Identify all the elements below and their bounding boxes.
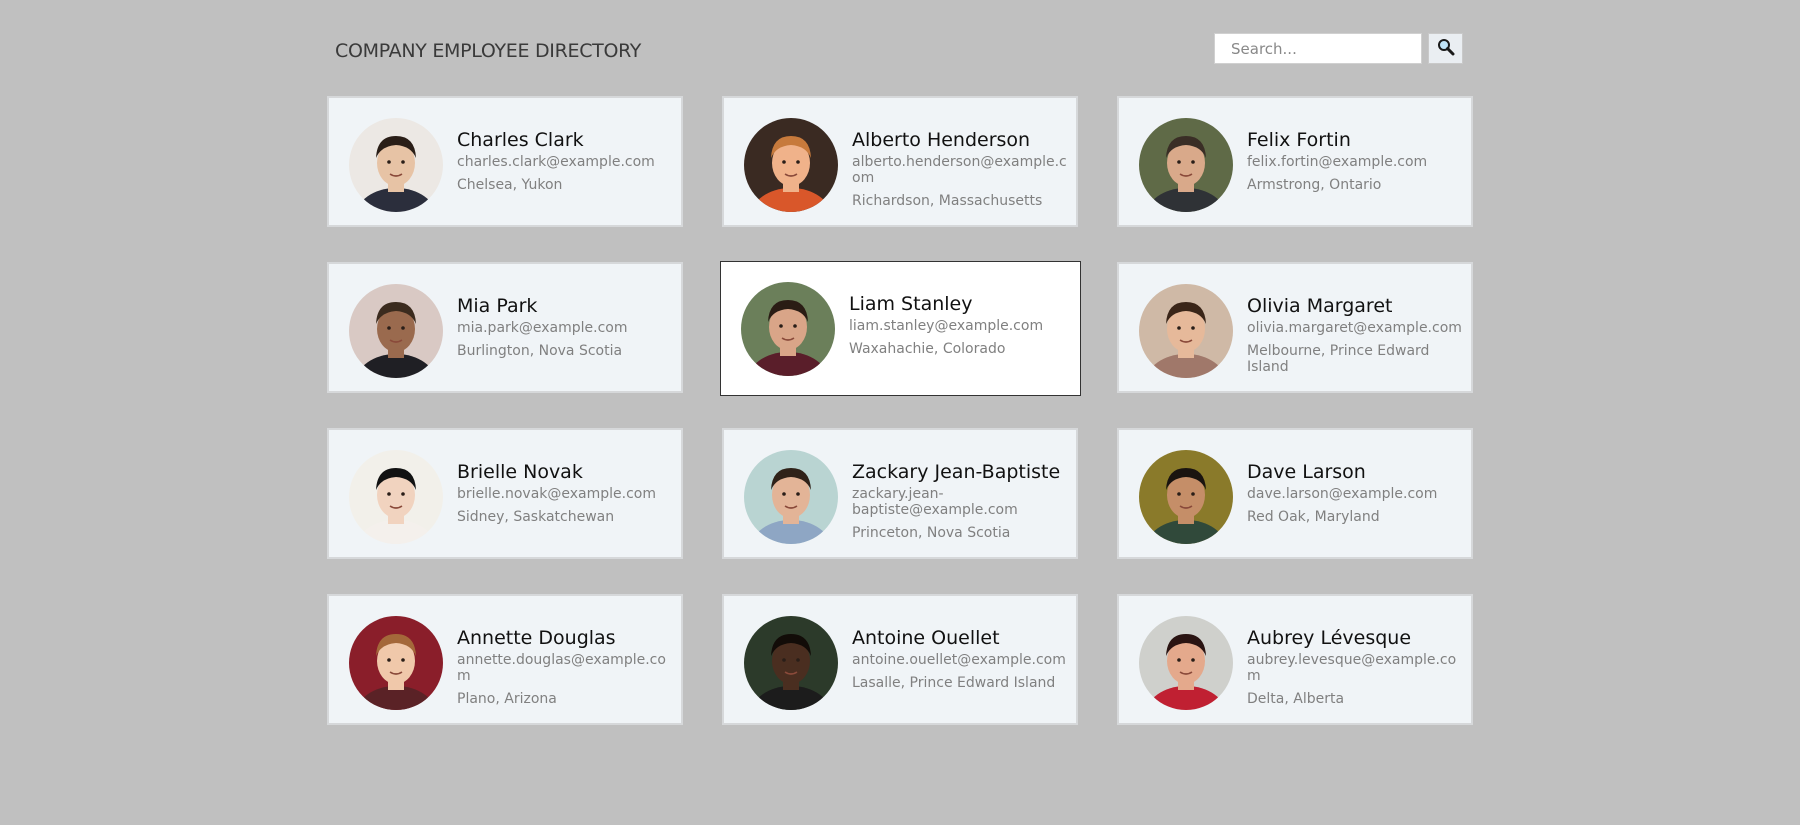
employee-card[interactable]: Dave Larson dave.larson@example.com Red …: [1117, 428, 1473, 559]
employee-card[interactable]: Olivia Margaret olivia.margaret@example.…: [1117, 262, 1473, 393]
employee-name: Brielle Novak: [457, 461, 583, 483]
employee-location: Lasalle, Prince Edward Island: [852, 675, 1056, 691]
employee-card[interactable]: Alberto Henderson alberto.henderson@exam…: [722, 96, 1078, 227]
employee-email: alberto.henderson@example.com: [852, 154, 1067, 186]
employee-email: antoine.ouellet@example.com: [852, 652, 1066, 668]
employee-avatar: [741, 282, 835, 376]
employee-name: Zackary Jean-Baptiste: [852, 461, 1061, 483]
employee-grid: Charles Clark charles.clark@example.com …: [327, 96, 1473, 725]
employee-location: Red Oak, Maryland: [1247, 509, 1380, 525]
employee-avatar: [349, 450, 443, 544]
employee-name: Liam Stanley: [849, 293, 973, 315]
employee-email: liam.stanley@example.com: [849, 318, 1044, 334]
employee-card[interactable]: Liam Stanley liam.stanley@example.com Wa…: [720, 261, 1081, 396]
employee-info: Liam Stanley liam.stanley@example.com Wa…: [849, 282, 1049, 357]
search-form: [1214, 33, 1463, 64]
employee-info: Annette Douglas annette.douglas@example.…: [457, 616, 681, 707]
employee-email: mia.park@example.com: [457, 320, 628, 336]
employee-avatar: [744, 450, 838, 544]
employee-location: Delta, Alberta: [1247, 691, 1345, 707]
employee-location: Burlington, Nova Scotia: [457, 343, 623, 359]
employee-email: brielle.novak@example.com: [457, 486, 657, 502]
employee-email: felix.fortin@example.com: [1247, 154, 1428, 170]
employee-avatar: [744, 118, 838, 212]
employee-email: charles.clark@example.com: [457, 154, 655, 170]
employee-location: Plano, Arizona: [457, 691, 557, 707]
employee-name: Antoine Ouellet: [852, 627, 1000, 649]
employee-card[interactable]: Aubrey Lévesque aubrey.levesque@example.…: [1117, 594, 1473, 725]
employee-card[interactable]: Mia Park mia.park@example.com Burlington…: [327, 262, 683, 393]
employee-info: Alberto Henderson alberto.henderson@exam…: [852, 118, 1076, 209]
employee-email: olivia.margaret@example.com: [1247, 320, 1462, 336]
employee-email: dave.larson@example.com: [1247, 486, 1438, 502]
employee-avatar: [1139, 284, 1233, 378]
search-button[interactable]: [1428, 33, 1463, 64]
employee-info: Olivia Margaret olivia.margaret@example.…: [1247, 284, 1471, 375]
employee-location: Richardson, Massachusetts: [852, 193, 1043, 209]
employee-card[interactable]: Annette Douglas annette.douglas@example.…: [327, 594, 683, 725]
employee-avatar: [349, 616, 443, 710]
employee-avatar: [744, 616, 838, 710]
employee-name: Dave Larson: [1247, 461, 1366, 483]
employee-avatar: [349, 284, 443, 378]
employee-name: Aubrey Lévesque: [1247, 627, 1412, 649]
employee-avatar: [1139, 118, 1233, 212]
employee-email: aubrey.levesque@example.com: [1247, 652, 1457, 684]
employee-avatar: [349, 118, 443, 212]
employee-info: Aubrey Lévesque aubrey.levesque@example.…: [1247, 616, 1471, 707]
employee-location: Chelsea, Yukon: [457, 177, 563, 193]
employee-email: annette.douglas@example.com: [457, 652, 666, 684]
employee-card[interactable]: Felix Fortin felix.fortin@example.com Ar…: [1117, 96, 1473, 227]
search-icon: [1437, 38, 1455, 59]
search-input[interactable]: [1214, 33, 1422, 64]
employee-card[interactable]: Charles Clark charles.clark@example.com …: [327, 96, 683, 227]
employee-name: Mia Park: [457, 295, 538, 317]
employee-name: Annette Douglas: [457, 627, 616, 649]
employee-name: Alberto Henderson: [852, 129, 1031, 151]
employee-email: zackary.jean-baptiste@example.com: [852, 486, 1018, 518]
employee-name: Charles Clark: [457, 129, 584, 151]
employee-name: Olivia Margaret: [1247, 295, 1393, 317]
employee-info: Antoine Ouellet antoine.ouellet@example.…: [852, 616, 1072, 691]
employee-location: Sidney, Saskatchewan: [457, 509, 615, 525]
page-title: COMPANY EMPLOYEE DIRECTORY: [335, 40, 642, 62]
employee-card[interactable]: Antoine Ouellet antoine.ouellet@example.…: [722, 594, 1078, 725]
employee-info: Felix Fortin felix.fortin@example.com Ar…: [1247, 118, 1433, 193]
employee-info: Brielle Novak brielle.novak@example.com …: [457, 450, 662, 525]
employee-location: Waxahachie, Colorado: [849, 341, 1006, 357]
employee-name: Felix Fortin: [1247, 129, 1351, 151]
employee-card[interactable]: Brielle Novak brielle.novak@example.com …: [327, 428, 683, 559]
employee-avatar: [1139, 450, 1233, 544]
employee-card[interactable]: Zackary Jean-Baptiste zackary.jean-bapti…: [722, 428, 1078, 559]
employee-location: Armstrong, Ontario: [1247, 177, 1382, 193]
employee-location: Melbourne, Prince Edward Island: [1247, 343, 1430, 375]
employee-info: Zackary Jean-Baptiste zackary.jean-bapti…: [852, 450, 1076, 541]
employee-info: Mia Park mia.park@example.com Burlington…: [457, 284, 634, 359]
employee-avatar: [1139, 616, 1233, 710]
employee-info: Charles Clark charles.clark@example.com …: [457, 118, 661, 193]
employee-info: Dave Larson dave.larson@example.com Red …: [1247, 450, 1443, 525]
employee-location: Princeton, Nova Scotia: [852, 525, 1011, 541]
